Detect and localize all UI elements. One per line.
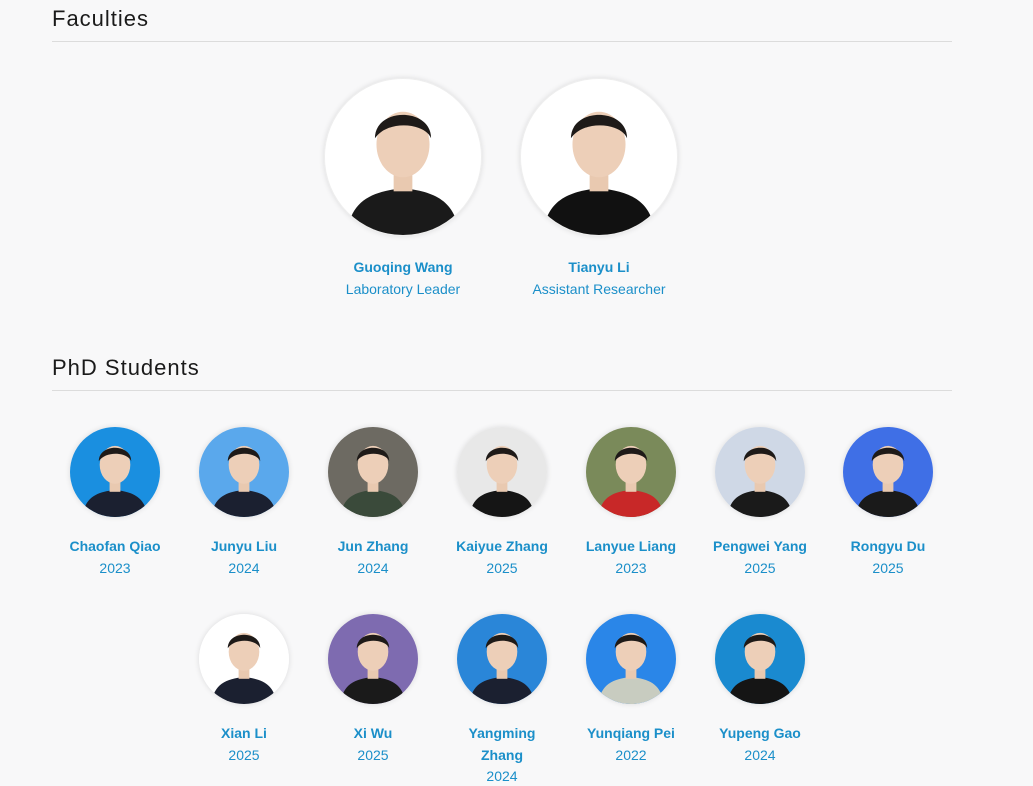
faculty-card[interactable]: Guoqing Wang Laboratory Leader — [324, 78, 482, 300]
student-photo[interactable] — [843, 427, 933, 517]
student-photo[interactable] — [70, 427, 160, 517]
student-year: 2024 — [744, 747, 776, 763]
faculty-photo[interactable] — [324, 78, 482, 236]
student-photo[interactable] — [199, 427, 289, 517]
student-card[interactable]: Lanyue Liang 2023 — [576, 427, 686, 579]
student-year: 2025 — [744, 560, 776, 576]
student-card[interactable]: Yangming Zhang 2024 — [447, 614, 557, 786]
student-name[interactable]: Kaiyue Zhang — [447, 535, 557, 557]
student-card[interactable]: Junyu Liu 2024 — [189, 427, 299, 579]
student-card[interactable]: Jun Zhang 2024 — [318, 427, 428, 579]
student-name[interactable]: Yangming Zhang — [462, 722, 542, 766]
student-name[interactable]: Pengwei Yang — [705, 535, 815, 557]
student-name[interactable]: Chaofan Qiao — [60, 535, 170, 557]
faculty-name[interactable]: Tianyu Li — [520, 256, 678, 278]
student-card[interactable]: Xi Wu 2025 — [318, 614, 428, 766]
student-photo[interactable] — [328, 614, 418, 704]
student-name[interactable]: Jun Zhang — [318, 535, 428, 557]
student-year: 2023 — [99, 560, 131, 576]
student-card[interactable]: Rongyu Du 2025 — [833, 427, 943, 579]
student-name[interactable]: Xi Wu — [318, 722, 428, 744]
student-photo[interactable] — [586, 614, 676, 704]
student-name[interactable]: Yunqiang Pei — [576, 722, 686, 744]
phd-students-divider — [52, 390, 952, 391]
faculty-role: Assistant Researcher — [532, 281, 666, 297]
student-photo[interactable] — [715, 614, 805, 704]
student-card[interactable]: Pengwei Yang 2025 — [705, 427, 815, 579]
student-photo[interactable] — [457, 614, 547, 704]
student-year: 2024 — [357, 560, 389, 576]
student-photo[interactable] — [457, 427, 547, 517]
faculties-divider — [52, 41, 952, 42]
faculties-heading: Faculties — [52, 6, 150, 31]
student-year: 2025 — [228, 747, 260, 763]
student-year: 2023 — [615, 560, 647, 576]
student-name[interactable]: Yupeng Gao — [705, 722, 815, 744]
student-card[interactable]: Kaiyue Zhang 2025 — [447, 427, 557, 579]
student-card[interactable]: Chaofan Qiao 2023 — [60, 427, 170, 579]
student-year: 2025 — [872, 560, 904, 576]
student-card[interactable]: Xian Li 2025 — [189, 614, 299, 766]
student-name[interactable]: Rongyu Du — [833, 535, 943, 557]
student-name[interactable]: Lanyue Liang — [576, 535, 686, 557]
student-card[interactable]: Yupeng Gao 2024 — [705, 614, 815, 766]
faculty-photo[interactable] — [520, 78, 678, 236]
student-year: 2024 — [486, 768, 518, 784]
student-photo[interactable] — [715, 427, 805, 517]
student-year: 2025 — [486, 560, 518, 576]
student-photo[interactable] — [199, 614, 289, 704]
student-year: 2024 — [228, 560, 260, 576]
phd-students-heading: PhD Students — [52, 355, 200, 380]
faculty-role: Laboratory Leader — [345, 281, 461, 297]
student-name[interactable]: Xian Li — [189, 722, 299, 744]
student-year: 2025 — [357, 747, 389, 763]
student-photo[interactable] — [328, 427, 418, 517]
student-card[interactable]: Yunqiang Pei 2022 — [576, 614, 686, 766]
team-page: Faculties Guoqing Wang Laboratory Leader… — [0, 0, 1033, 786]
student-name[interactable]: Junyu Liu — [189, 535, 299, 557]
student-photo[interactable] — [586, 427, 676, 517]
faculty-name[interactable]: Guoqing Wang — [324, 256, 482, 278]
student-year: 2022 — [615, 747, 647, 763]
faculty-card[interactable]: Tianyu Li Assistant Researcher — [520, 78, 678, 300]
